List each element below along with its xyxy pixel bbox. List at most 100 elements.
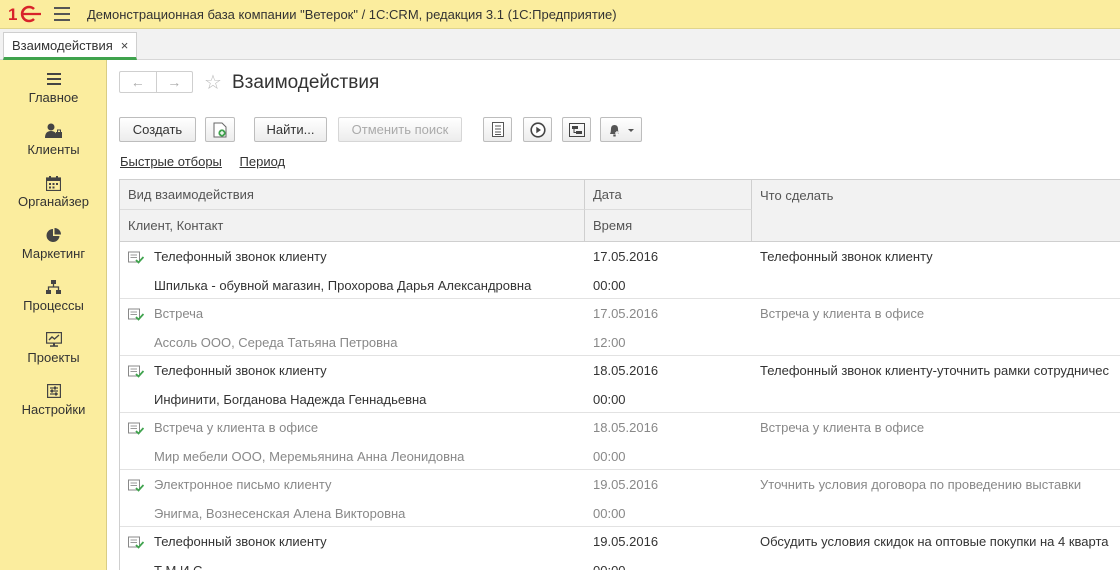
list-icon [491, 122, 504, 137]
kind-cell: Встреча [154, 306, 204, 321]
date-cell: 18.05.2016 [593, 420, 659, 435]
close-icon[interactable]: × [121, 38, 129, 53]
date-cell: 19.05.2016 [593, 534, 659, 549]
table-row[interactable]: Телефонный звонок клиенту Шпилька - обувн… [120, 242, 1120, 299]
1c-logo[interactable]: 1 [8, 5, 42, 23]
sidebar-item-projects[interactable]: Проекты [0, 330, 107, 376]
kind-cell: Электронное письмо клиенту [154, 477, 332, 492]
sidebar-item-organizer[interactable]: Органайзер [0, 174, 107, 220]
kind-cell: Встреча у клиента в офисе [154, 420, 319, 435]
client-cell: Энигма, Вознесенская Алена Викторовна [154, 506, 406, 521]
sidebar-item-clients[interactable]: Клиенты [0, 122, 107, 168]
time-cell: 00:00 [593, 449, 626, 464]
sidebar-item-label: Проекты [27, 350, 80, 365]
page-title: Взаимодействия [232, 72, 380, 93]
date-cell: 18.05.2016 [593, 363, 659, 378]
time-cell: 00:00 [593, 506, 626, 521]
process-tree-icon [46, 278, 61, 296]
client-cell: Шпилька - обувной магазин, Прохорова Дар… [154, 278, 532, 293]
forward-button[interactable]: → [155, 72, 193, 92]
sidebar-item-label: Настройки [21, 402, 86, 417]
sidebar-item-marketing[interactable]: Маркетинг [0, 226, 107, 272]
table-row[interactable]: Электронное письмо клиенту Энигма, Вознес… [120, 470, 1120, 527]
sidebar-item-label: Процессы [23, 298, 84, 313]
interaction-done-icon [128, 536, 145, 553]
settings-icon [46, 382, 61, 400]
date-cell: 17.05.2016 [593, 306, 659, 321]
clients-icon [44, 122, 63, 140]
svg-text:1: 1 [8, 5, 17, 23]
client-cell: Инфинити, Богданова Надежда Геннадьевна [154, 392, 427, 407]
sidebar-item-label: Органайзер [18, 194, 89, 209]
interaction-done-icon [128, 251, 145, 268]
sidebar-item-label: Клиенты [27, 142, 80, 157]
table-row[interactable]: Телефонный звонок клиенту Инфинити, Богда… [120, 356, 1120, 413]
column-kind[interactable]: Вид взаимодействия [120, 180, 585, 210]
column-time[interactable]: Время [585, 210, 752, 241]
client-cell: Т М И С [154, 563, 202, 570]
sidebar-item-processes[interactable]: Процессы [0, 278, 107, 324]
todo-cell: Уточнить условия договора по проведению … [760, 477, 1082, 492]
interaction-done-icon [128, 365, 145, 382]
back-button[interactable]: ← [120, 72, 156, 92]
main-menu-icon[interactable] [54, 7, 70, 21]
period-link[interactable]: Период [240, 154, 286, 169]
kind-cell: Телефонный звонок клиенту [154, 249, 327, 264]
main-content: ← → ☆ Взаимодействия Создать Найти... От… [107, 60, 1120, 570]
filter-links: Быстрые отборы Период [120, 154, 299, 169]
cancel-search-button[interactable]: Отменить поиск [338, 117, 462, 142]
structure-icon [568, 122, 585, 137]
interaction-done-icon [128, 422, 145, 439]
menu-lines-icon [46, 70, 61, 88]
interaction-done-icon [128, 479, 145, 496]
play-circle-icon [529, 121, 546, 138]
tab-label: Взаимодействия [12, 37, 113, 53]
interaction-done-icon [128, 308, 145, 325]
table-row[interactable]: Телефонный звонок клиенту Т М И С 19.05.2… [120, 527, 1120, 570]
tab-interactions[interactable]: Взаимодействия × [3, 32, 138, 60]
column-client[interactable]: Клиент, Контакт [120, 210, 585, 241]
bell-dropdown-icon [610, 124, 634, 136]
list-view-button[interactable] [483, 117, 512, 142]
time-cell: 00:00 [593, 563, 626, 570]
document-add-icon [213, 122, 227, 137]
sidebar-item-label: Главное [28, 90, 79, 105]
todo-cell: Встреча у клиента в офисе [760, 420, 925, 435]
column-date[interactable]: Дата [585, 180, 752, 210]
run-button[interactable] [523, 117, 552, 142]
find-button[interactable]: Найти... [254, 117, 327, 142]
time-cell: 00:00 [593, 392, 626, 407]
notifications-button[interactable] [600, 117, 642, 142]
sidebar-item-main[interactable]: Главное [0, 70, 107, 116]
pie-chart-icon [46, 226, 61, 244]
table-row[interactable]: Встреча Ассоль ООО, Середа Татьяна Петров… [120, 299, 1120, 356]
sidebar-item-settings[interactable]: Настройки [0, 382, 107, 428]
client-cell: Ассоль ООО, Середа Татьяна Петровна [154, 335, 398, 350]
kind-cell: Телефонный звонок клиенту [154, 534, 327, 549]
time-cell: 00:00 [593, 278, 626, 293]
todo-cell: Обсудить условия скидок на оптовые покуп… [760, 534, 1109, 549]
project-chart-icon [45, 330, 62, 348]
kind-cell: Телефонный звонок клиенту [154, 363, 327, 378]
app-title: Демонстрационная база компании "Ветерок"… [87, 6, 617, 22]
create-copy-button[interactable] [205, 117, 235, 142]
favorite-star-icon[interactable]: ☆ [204, 70, 222, 95]
todo-cell: Телефонный звонок клиенту [760, 249, 933, 264]
tab-strip: Взаимодействия × [0, 29, 1120, 60]
history-nav: ← → [119, 71, 193, 93]
todo-cell: Встреча у клиента в офисе [760, 306, 925, 321]
title-bar: 1 Демонстрационная база компании "Ветеро… [0, 0, 1120, 29]
calendar-icon [46, 174, 61, 192]
structure-button[interactable] [562, 117, 591, 142]
table-header: Вид взаимодействия Клиент, Контакт Дата … [120, 180, 1120, 242]
quick-filters-link[interactable]: Быстрые отборы [120, 154, 222, 169]
interactions-table: Вид взаимодействия Клиент, Контакт Дата … [119, 179, 1120, 570]
column-todo[interactable]: Что сделать [752, 180, 1120, 210]
sidebar: Главное Клиенты Органайзер Маркетинг Про… [0, 60, 107, 570]
create-button[interactable]: Создать [119, 117, 196, 142]
table-row[interactable]: Встреча у клиента в офисе Мир мебели ООО,… [120, 413, 1120, 470]
todo-cell: Телефонный звонок клиенту-уточнить рамки… [760, 363, 1109, 378]
date-cell: 17.05.2016 [593, 249, 659, 264]
sidebar-item-label: Маркетинг [21, 246, 86, 261]
time-cell: 12:00 [593, 335, 626, 350]
